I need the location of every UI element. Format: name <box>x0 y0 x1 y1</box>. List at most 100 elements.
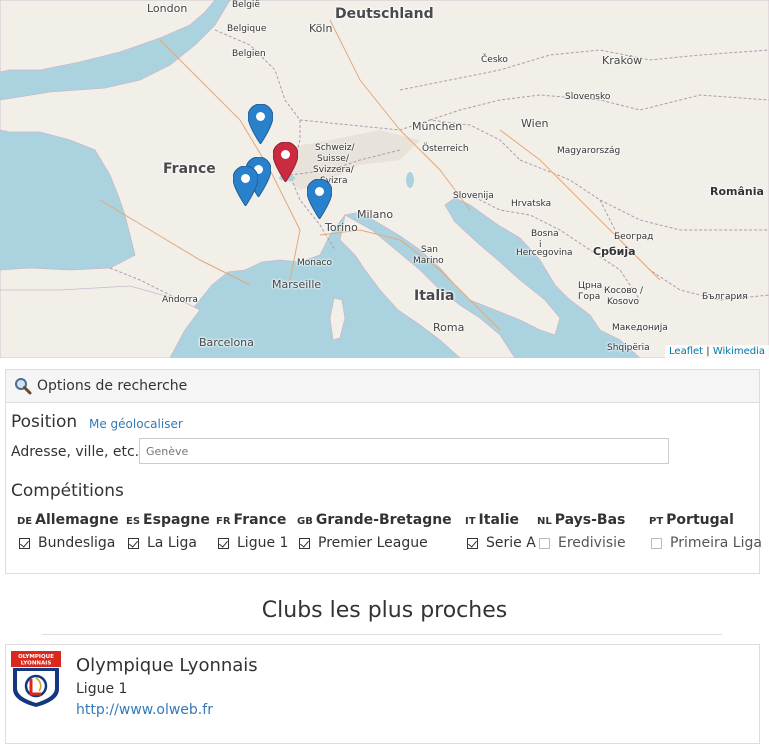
map-label-kosovo-1: Косово / <box>604 286 644 296</box>
country-code: NL <box>537 516 552 527</box>
checkbox[interactable] <box>218 537 229 549</box>
map-marker[interactable] <box>232 165 259 207</box>
search-options-title: Options de recherche <box>37 378 188 394</box>
league-label: Eredivisie <box>558 535 626 551</box>
address-label: Adresse, ville, etc. <box>11 444 140 460</box>
results-title: Clubs les plus proches <box>261 598 508 623</box>
map-label-london: London <box>147 2 188 15</box>
address-input[interactable] <box>139 438 669 464</box>
map-label-wien: Wien <box>521 117 549 130</box>
logo-text-line2: LYONNAIS <box>21 661 52 667</box>
map-label-krakow: Kraków <box>602 54 643 67</box>
club-website-link[interactable]: http://www.olweb.fr <box>76 702 213 718</box>
map-label-hrvatska: Hrvatska <box>511 199 552 209</box>
map-label-schweiz: Schweiz/ <box>315 143 355 153</box>
map-label-monaco: Monaco <box>297 258 332 268</box>
search-icon <box>15 378 32 395</box>
competition-option[interactable]: La Liga <box>126 535 210 551</box>
competition-column-es: ES Espagne La Liga <box>126 512 210 551</box>
map-label-hercegovina: Hercegovina <box>516 248 573 258</box>
checkbox[interactable] <box>19 537 30 549</box>
map-marker[interactable] <box>247 103 274 145</box>
checkbox[interactable] <box>467 537 478 549</box>
geolocate-link[interactable]: Me géolocaliser <box>89 417 183 431</box>
country-name: Allemagne <box>35 512 119 528</box>
map-attribution: Leaflet | Wikimedia <box>665 345 769 358</box>
country-name: Portugal <box>666 512 734 528</box>
map-label-deutschland: Deutschland <box>335 6 434 22</box>
competition-option[interactable]: Ligue 1 <box>216 535 288 551</box>
map-basemap <box>0 0 769 358</box>
competition-option[interactable]: Premier League <box>297 535 452 551</box>
country-code: FR <box>216 516 231 527</box>
map-label-bulgaria: България <box>702 292 748 302</box>
map-label-andorra: Andorra <box>162 295 198 305</box>
map-label-marino: Marino <box>413 256 444 266</box>
country-code: IT <box>465 516 476 527</box>
map-label-koln: Köln <box>309 22 333 35</box>
checkbox[interactable] <box>128 537 139 549</box>
country-name: Grande-Bretagne <box>315 512 452 528</box>
map-label-magyarorszag: Magyarország <box>557 146 621 156</box>
competition-option[interactable]: Eredivisie <box>537 535 626 551</box>
competition-column-fr: FR France Ligue 1 <box>216 512 288 551</box>
search-options-panel: Options de recherche Position Me géoloca… <box>5 369 762 574</box>
map-marker-selected[interactable] <box>272 141 299 183</box>
position-title: Position <box>11 412 78 432</box>
competition-country: IT Italie <box>465 512 536 528</box>
competition-country: ES Espagne <box>126 512 210 528</box>
competition-column-it: IT Italie Serie A <box>465 512 536 551</box>
map-label-barcelona: Barcelona <box>199 336 254 349</box>
results-divider <box>42 634 722 635</box>
competitions-title: Compétitions <box>11 481 124 501</box>
league-label: La Liga <box>147 535 197 551</box>
league-label: Serie A <box>486 535 536 551</box>
map-label-cesko: Česko <box>481 55 508 65</box>
search-options-header[interactable]: Options de recherche <box>6 370 759 403</box>
league-label: Ligue 1 <box>237 535 289 551</box>
map-label-belgique: Belgique <box>227 24 267 34</box>
club-card[interactable]: OLYMPIQUE LYONNAIS Olympique Lyonnais Li… <box>5 644 760 744</box>
country-name: Pays-Bas <box>554 512 626 528</box>
checkbox[interactable] <box>651 537 662 549</box>
map-label-marseille: Marseille <box>272 278 322 291</box>
map-label-romania: România <box>710 185 764 198</box>
map-label-makedonija: Македонија <box>612 323 668 333</box>
club-logo: OLYMPIQUE LYONNAIS <box>11 651 61 707</box>
attribution-separator: | <box>703 346 713 357</box>
map[interactable]: België Belgique Belgien Deutschland Česk… <box>0 0 769 358</box>
map-label-shqiperia: Shqipëria <box>607 343 650 353</box>
competition-option[interactable]: Bundesliga <box>17 535 119 551</box>
league-label: Premier League <box>318 535 428 551</box>
map-label-suisse: Suisse/ <box>317 154 349 164</box>
map-label-roma: Roma <box>433 321 465 334</box>
country-name: France <box>233 512 287 528</box>
league-label: Bundesliga <box>38 535 116 551</box>
map-label-france: France <box>163 161 216 177</box>
country-name: Espagne <box>143 512 210 528</box>
country-code: PT <box>649 516 664 527</box>
leaflet-link[interactable]: Leaflet <box>669 346 703 357</box>
map-marker[interactable] <box>306 178 333 220</box>
competition-option[interactable]: Primeira Liga <box>649 535 762 551</box>
country-code: DE <box>17 516 33 527</box>
competition-country: FR France <box>216 512 288 528</box>
map-label-milano: Milano <box>357 208 394 221</box>
logo-text-line1: OLYMPIQUE <box>18 654 54 660</box>
competition-country: DE Allemagne <box>17 512 119 528</box>
map-label-san: San <box>421 245 438 255</box>
competition-country: GB Grande-Bretagne <box>297 512 452 528</box>
map-label-slovenija: Slovenija <box>453 191 494 201</box>
club-name: Olympique Lyonnais <box>76 655 258 676</box>
map-label-munchen: München <box>412 120 463 133</box>
map-label-crna: Црна <box>578 281 603 291</box>
checkbox[interactable] <box>299 537 310 549</box>
map-label-srbija: Србија <box>593 245 636 258</box>
competition-option[interactable]: Serie A <box>465 535 536 551</box>
competition-column-gb: GB Grande-Bretagne Premier League <box>297 512 452 551</box>
country-name: Italie <box>478 512 519 528</box>
map-label-svizzera: Svizzera/ <box>313 165 354 175</box>
map-label-torino: Torino <box>325 221 358 234</box>
checkbox[interactable] <box>539 537 550 549</box>
wikimedia-link[interactable]: Wikimedia <box>713 346 765 357</box>
